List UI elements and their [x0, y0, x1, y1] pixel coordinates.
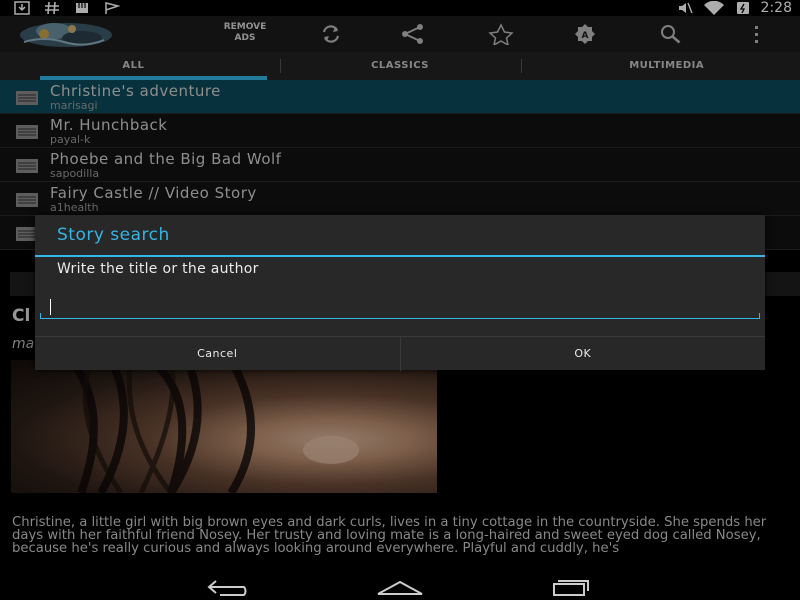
back-icon[interactable]	[206, 578, 254, 596]
ok-button[interactable]: OK	[401, 337, 766, 370]
home-icon[interactable]	[376, 578, 424, 596]
input-underline	[40, 313, 760, 319]
dialog-title: Story search	[57, 225, 170, 245]
dialog-message: Write the title or the author	[57, 261, 259, 277]
dialog-title-divider	[35, 255, 765, 257]
text-cursor	[50, 299, 51, 315]
story-search-dialog: Story search Write the title or the auth…	[35, 215, 766, 371]
navigation-bar	[0, 572, 800, 600]
dialog-buttons: Cancel OK	[35, 336, 766, 371]
cancel-button[interactable]: Cancel	[35, 337, 400, 370]
recent-apps-icon[interactable]	[546, 578, 594, 596]
